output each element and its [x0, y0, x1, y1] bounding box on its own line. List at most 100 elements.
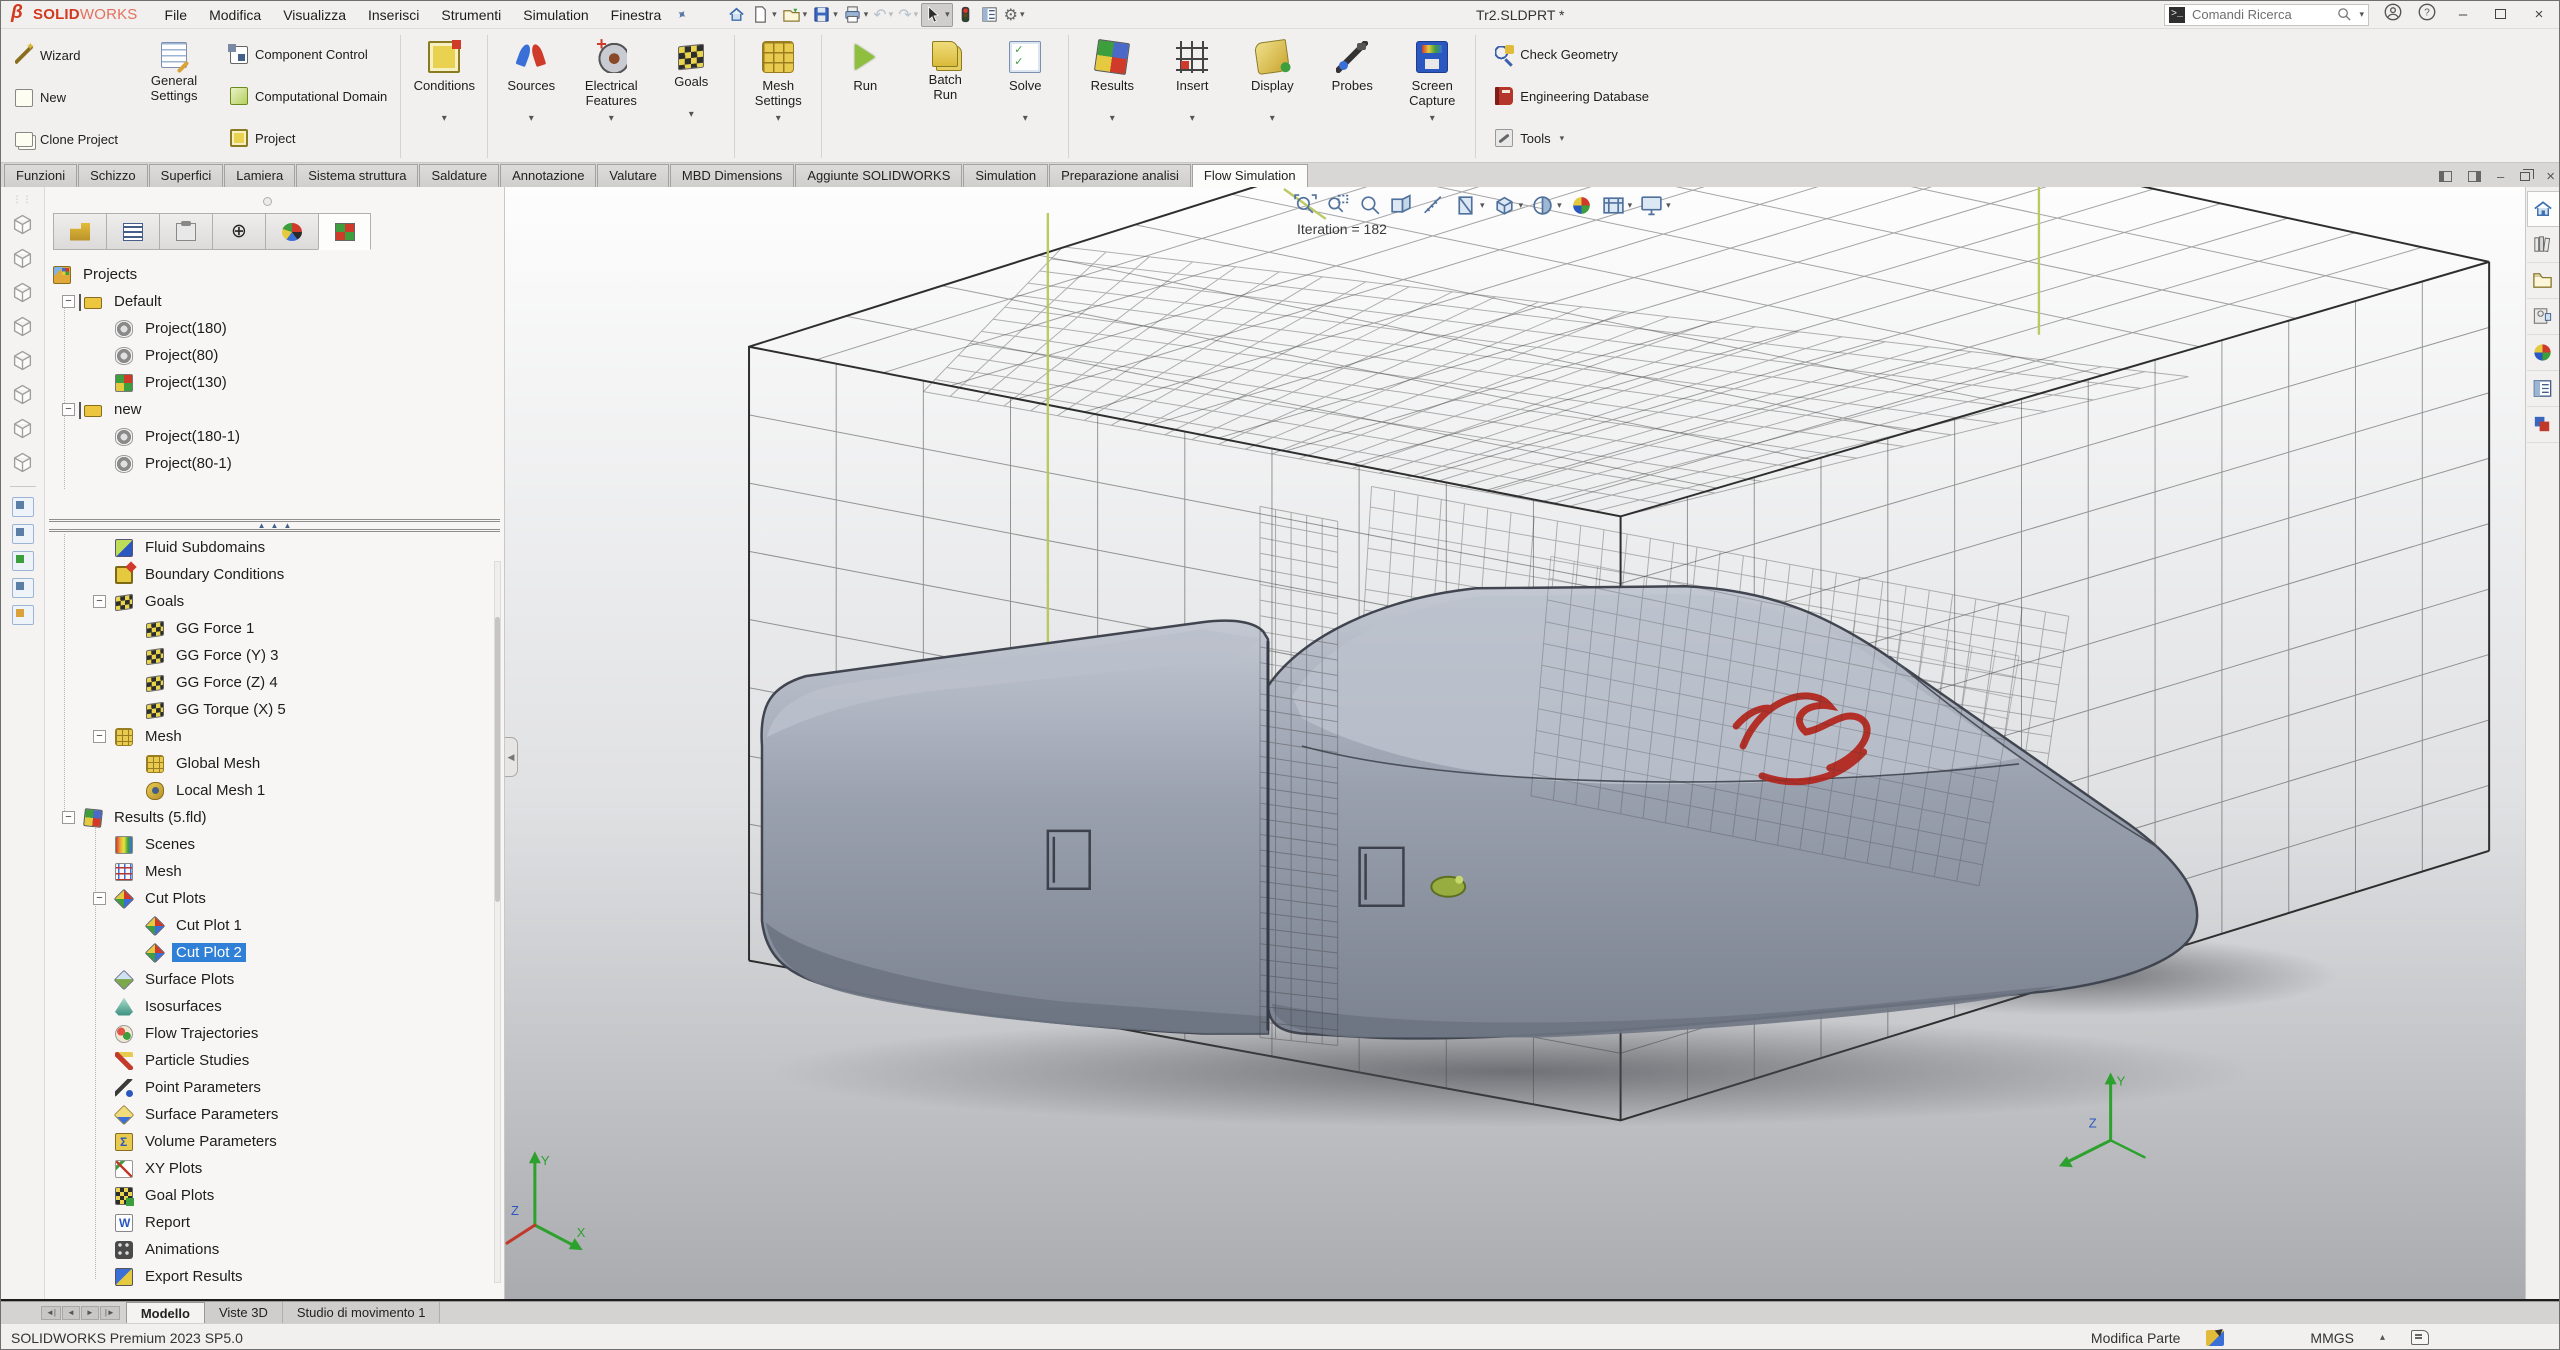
tree-item-new[interactable]: −new: [45, 396, 490, 423]
zoom-fit-button[interactable]: [1293, 193, 1318, 218]
goals-caret[interactable]: ▾: [689, 109, 694, 121]
expand-collapse-toggle[interactable]: −: [93, 892, 106, 905]
standard-view-cube-icon[interactable]: [9, 347, 36, 374]
display-style-dropdown-caret[interactable]: ▾: [1557, 200, 1562, 211]
tools-button[interactable]: Tools▾: [1491, 128, 1653, 148]
display-pane-tool-icon[interactable]: [12, 578, 34, 598]
tree-item-default[interactable]: −Default: [45, 288, 490, 315]
project-button[interactable]: Project: [226, 128, 391, 148]
save-button[interactable]: ▾: [810, 3, 840, 27]
tree-item-gg-force-1[interactable]: GG Force 1: [45, 615, 490, 642]
tab-saldature[interactable]: Saldature: [419, 164, 499, 187]
tree-item-fluid-subdomains[interactable]: Fluid Subdomains: [45, 534, 490, 561]
probe-marker[interactable]: [1431, 876, 1465, 897]
home-button[interactable]: [725, 3, 748, 27]
tab-aggiunte-solidworks[interactable]: Aggiunte SOLIDWORKS: [795, 164, 962, 187]
engineering-database-button[interactable]: Engineering Database: [1491, 86, 1653, 106]
panel-tab-feature-manager[interactable]: [106, 213, 159, 250]
tree-item-gg-force-y-3[interactable]: GG Force (Y) 3: [45, 642, 490, 669]
new-button[interactable]: New: [11, 88, 122, 108]
view-orientation-button[interactable]: ▾: [1492, 193, 1524, 218]
general-settings-button[interactable]: General Settings: [128, 32, 220, 161]
search-dropdown-caret[interactable]: ▾: [2359, 9, 2364, 20]
view-settings-dropdown-caret[interactable]: ▾: [1628, 200, 1633, 211]
tree-item-gg-torque-x-5[interactable]: GG Torque (X) 5: [45, 696, 490, 723]
camera-monitor-button[interactable]: ▾: [1639, 193, 1671, 218]
3d-views-button[interactable]: [1389, 193, 1414, 218]
panel-resize-handle[interactable]: ◀: [505, 737, 518, 777]
mesh-settings-caret[interactable]: ▾: [776, 113, 781, 125]
doc-restore-icon[interactable]: [2520, 172, 2530, 181]
search-input[interactable]: [2190, 6, 2332, 23]
tools-caret[interactable]: ▾: [1560, 133, 1565, 144]
tab-valutare[interactable]: Valutare: [597, 164, 668, 187]
display-caret[interactable]: ▾: [1270, 113, 1275, 125]
run-button[interactable]: Run: [825, 32, 905, 161]
tree-item-gg-force-z-4[interactable]: GG Force (Z) 4: [45, 669, 490, 696]
menu-item-simulation[interactable]: Simulation: [512, 4, 599, 26]
camera-monitor-dropdown-caret[interactable]: ▾: [1666, 200, 1671, 211]
section-view-button[interactable]: ▾: [1453, 193, 1485, 218]
tree-item-global-mesh[interactable]: Global Mesh: [45, 750, 490, 777]
previous-tab-button[interactable]: ◄: [62, 1306, 80, 1320]
print-dropdown-caret[interactable]: ▾: [864, 9, 869, 20]
tab-preparazione-analisi[interactable]: Preparazione analisi: [1049, 164, 1191, 187]
mesh-settings-button[interactable]: Mesh Settings▾: [738, 32, 818, 161]
standard-view-cube-icon[interactable]: [9, 211, 36, 238]
graphics-viewport[interactable]: Y Z X Y Z ▾▾▾▾▾ Iteration = 182 ◀: [505, 187, 2525, 1299]
tree-item-cut-plot-1[interactable]: Cut Plot 1: [45, 912, 490, 939]
tree-item-xy-plots[interactable]: XY Plots: [45, 1155, 490, 1182]
tree-item-scenes[interactable]: Scenes: [45, 831, 490, 858]
screen-capture-button[interactable]: Screen Capture▾: [1392, 32, 1472, 161]
save-dropdown-caret[interactable]: ▾: [833, 9, 838, 20]
conditions-button[interactable]: Conditions▾: [404, 32, 484, 161]
task-pane-solidworks-forum-tab[interactable]: [2527, 407, 2559, 443]
clipboard-tool-icon[interactable]: [12, 524, 34, 544]
tree-item-mesh[interactable]: Mesh: [45, 858, 490, 885]
tree-item-goals[interactable]: −Goals: [45, 588, 490, 615]
tree-item-mesh[interactable]: −Mesh: [45, 723, 490, 750]
tab-flow-simulation[interactable]: Flow Simulation: [1192, 164, 1308, 187]
expand-collapse-toggle[interactable]: −: [62, 295, 75, 308]
menu-item-inserisci[interactable]: Inserisci: [357, 4, 430, 26]
tree-item-volume-parameters[interactable]: Volume Parameters: [45, 1128, 490, 1155]
account-icon[interactable]: [2383, 2, 2403, 27]
probes-button[interactable]: Probes: [1312, 32, 1392, 161]
panel-tab-display-manager[interactable]: [265, 213, 318, 250]
solve-caret[interactable]: ▾: [1023, 113, 1028, 125]
menu-item-modifica[interactable]: Modifica: [198, 4, 272, 26]
toolbar-drag-handle[interactable]: ⋮⋮: [13, 197, 33, 202]
results-caret[interactable]: ▾: [1110, 113, 1115, 125]
task-pane-custom-properties-tab[interactable]: [2527, 371, 2559, 407]
tree-item-isosurfaces[interactable]: Isosurfaces: [45, 993, 490, 1020]
task-pane-home-tab[interactable]: [2527, 191, 2559, 227]
tree-item-surface-parameters[interactable]: Surface Parameters: [45, 1101, 490, 1128]
sources-caret[interactable]: ▾: [529, 113, 534, 125]
standard-view-cube-icon[interactable]: [9, 279, 36, 306]
close-button[interactable]: ×: [2527, 6, 2551, 23]
tree-item-animations[interactable]: Animations: [45, 1236, 490, 1263]
tree-item-surface-plots[interactable]: Surface Plots: [45, 966, 490, 993]
doc-minimize-icon[interactable]: –: [2497, 170, 2504, 183]
last-tab-button[interactable]: |►: [100, 1306, 120, 1320]
tree-item-export-results[interactable]: Export Results: [45, 1263, 490, 1290]
pin-icon[interactable]: ✦: [673, 5, 691, 24]
select-cursor-button[interactable]: ▾: [921, 3, 953, 27]
tab-annotazione[interactable]: Annotazione: [500, 164, 596, 187]
insert-button[interactable]: Insert▾: [1152, 32, 1232, 161]
electrical-features-caret[interactable]: ▾: [609, 113, 614, 125]
standard-view-cube-icon[interactable]: [9, 245, 36, 272]
computational-domain-button[interactable]: Computational Domain: [226, 86, 391, 106]
panel-splitter[interactable]: ▲▲▲: [49, 519, 500, 532]
collapse-right-panel-icon[interactable]: [2468, 171, 2481, 182]
tree-item-project-130-[interactable]: Project(130): [45, 369, 490, 396]
section-view-dropdown-caret[interactable]: ▾: [1480, 200, 1485, 211]
measure-button[interactable]: [1421, 193, 1446, 218]
first-tab-button[interactable]: ◄|: [41, 1306, 61, 1320]
tree-item-project-180-[interactable]: Project(180): [45, 315, 490, 342]
clone-project-button[interactable]: Clone Project: [11, 131, 122, 148]
standard-view-cube-icon[interactable]: [9, 415, 36, 442]
tree-item-boundary-conditions[interactable]: Boundary Conditions: [45, 561, 490, 588]
insert-caret[interactable]: ▾: [1190, 113, 1195, 125]
next-tab-button[interactable]: ►: [81, 1306, 99, 1320]
